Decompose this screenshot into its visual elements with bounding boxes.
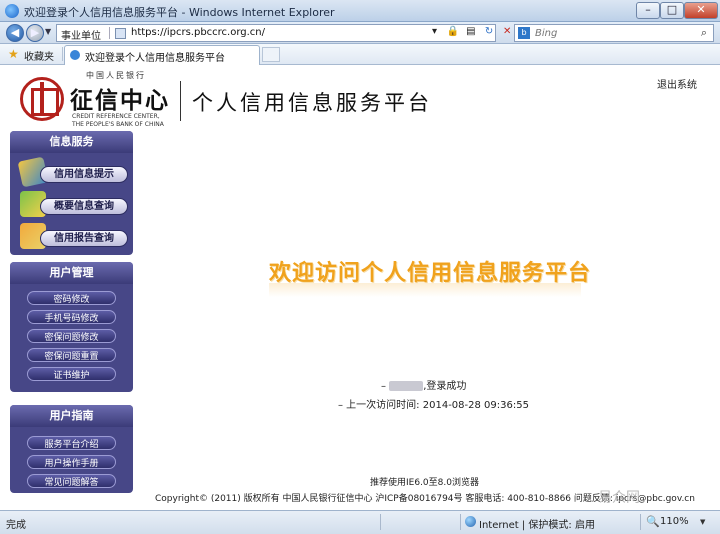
status-divider [380,514,381,530]
bing-icon: b [518,27,530,39]
user-guide-panel: 用户指南 服务平台介绍 用户操作手册 常见问题解答 [10,405,133,493]
globe-icon [465,516,476,527]
last-visit: – 上一次访问时间: 2014-08-28 09:36:55 [338,396,529,411]
sidebar-item-label: 密保问题修改 [44,333,99,343]
zoom-level[interactable]: 110% [660,516,689,527]
logout-link[interactable]: 退出系统 [657,76,697,91]
favorites-star-icon[interactable]: ★ [8,47,19,61]
new-tab-button[interactable] [262,47,280,62]
close-button[interactable]: ✕ [684,2,718,19]
tab-active[interactable]: 欢迎登录个人信用信息服务平台 [64,45,260,65]
sidebar-item-change-security-question[interactable]: 密保问题修改 [27,329,116,343]
back-button[interactable]: ◀ [6,24,24,42]
tab-label[interactable]: 欢迎登录个人信用信息服务平台 [85,49,225,64]
logo-english-line2: THE PEOPLE'S BANK OF CHINA [72,121,164,128]
user-management-panel: 用户管理 密码修改 手机号码修改 密保问题修改 密保问题重置 证书维护 [10,262,133,392]
status-bar: 完成 Internet | 保护模式: 启用 🔍 110% ▼ [0,510,720,534]
report-query-button[interactable]: 信用报告查询 [40,230,128,247]
status-text: 完成 [6,520,26,531]
status-divider [460,514,461,530]
minimize-button[interactable]: – [636,2,660,19]
refresh-icon[interactable]: ↻ [482,26,497,37]
sidebar-item-label: 用户操作手册 [44,459,99,469]
sidebar-item-user-manual[interactable]: 用户操作手册 [27,455,116,469]
search-icon[interactable]: ⌕ [701,26,707,40]
credit-center-emblem-icon [20,77,64,121]
search-input[interactable] [535,26,685,40]
last-visit-label: – 上一次访问时间: [338,400,420,411]
window-title: 欢迎登录个人信用信息服务平台 - Windows Internet Explor… [24,6,335,19]
sidebar-item-label: 密保问题重置 [44,352,99,362]
address-toolbar: ◀ ▶ ▼ 事业单位 https://ipcrs.pbccrc.org.cn/ … [0,22,720,44]
sidebar-item-label: 信用信息提示 [54,169,114,180]
info-services-panel: 信息服务 信用信息提示 概要信息查询 信用报告查询 [10,131,133,255]
header-divider [180,81,181,121]
tab-page-icon [70,50,80,60]
logo-bank-name: 中国人民银行 [86,71,146,80]
sidebar-item-label: 概要信息查询 [54,201,114,212]
logo-name: 征信中心 [70,87,170,114]
window-title-bar: 欢迎登录个人信用信息服务平台 - Windows Internet Explor… [0,0,720,22]
logo-english-line1: CREDIT REFERENCE CENTER, [72,113,160,120]
address-dropdown-icon[interactable]: ▾ [427,26,442,37]
sidebar-item-platform-intro[interactable]: 服务平台介绍 [27,436,116,450]
copyright-text: Copyright© (2011) 版权所有 中国人民银行征信中心 沪ICP备0… [155,494,613,504]
site-header: 中国人民银行 征信中心 CREDIT REFERENCE CENTER, THE… [0,65,720,129]
lock-icon[interactable]: 🔒 [445,26,460,37]
login-success-text: ,登录成功 [423,381,467,392]
sidebar-item-label: 信用报告查询 [54,233,114,244]
info-services-header: 信息服务 [10,131,133,153]
platform-title: 个人信用信息服务平台 [192,91,432,115]
watermark: 易众网 [598,490,640,506]
stop-icon[interactable]: ✕ [500,26,515,37]
favorites-button[interactable]: 收藏夹 [24,48,54,63]
summary-query-button[interactable]: 概要信息查询 [40,198,128,215]
sidebar-item-change-password[interactable]: 密码修改 [27,291,116,305]
sidebar-item-label: 服务平台介绍 [44,440,99,450]
last-visit-time: 2014-08-28 09:36:55 [422,400,529,411]
security-zone[interactable]: Internet | 保护模式: 启用 [479,516,595,531]
login-prefix: – [381,381,386,392]
sidebar-item-reset-security-question[interactable]: 密保问题重置 [27,348,116,362]
sidebar-item-label: 常见问题解答 [44,478,99,488]
site-identity-label[interactable]: 事业单位 [61,27,101,42]
favorites-bar: ★ 收藏夹 欢迎登录个人信用信息服务平台 [0,44,720,65]
login-status: – ,登录成功 [381,377,466,392]
banner-reflection [269,283,581,297]
maximize-button[interactable]: □ [660,2,684,19]
info-services-title: 信息服务 [49,135,94,148]
sidebar: 信息服务 信用信息提示 概要信息查询 信用报告查询 用户管理 密码修改 手机号码… [10,129,133,504]
favorites-divider [62,47,63,61]
credit-notice-button[interactable]: 信用信息提示 [40,166,128,183]
browser-recommendation: 推荐使用IE6.0至8.0浏览器 [370,478,479,488]
url-input[interactable]: https://ipcrs.pbccrc.org.cn/ [131,27,265,38]
sidebar-item-faq[interactable]: 常见问题解答 [27,474,116,488]
sidebar-item-certificate[interactable]: 证书维护 [27,367,116,381]
sidebar-item-label: 手机号码修改 [44,314,99,324]
zoom-icon[interactable]: 🔍 [646,515,660,528]
sidebar-item-report-query[interactable]: 信用报告查询 [18,223,128,249]
sidebar-item-summary-query[interactable]: 概要信息查询 [18,191,128,217]
sidebar-item-label: 证书维护 [53,371,90,381]
forward-button[interactable]: ▶ [26,24,44,42]
compatibility-icon[interactable]: ▤ [463,26,478,37]
address-tools: ▾ 🔒 ▤ ↻ ✕ [427,26,515,37]
address-divider [109,27,110,39]
zoom-dropdown-icon[interactable]: ▼ [700,518,705,526]
sidebar-item-change-phone[interactable]: 手机号码修改 [27,310,116,324]
ie-logo-icon [5,4,19,18]
sidebar-item-label: 密码修改 [53,295,90,305]
address-field[interactable]: 事业单位 https://ipcrs.pbccrc.org.cn/ ▾ 🔒 ▤ … [56,24,511,42]
status-divider [640,514,641,530]
search-box[interactable]: b ⌕ [514,24,714,42]
page-icon [115,28,126,39]
user-guide-title: 用户指南 [49,409,94,422]
user-management-header: 用户管理 [10,262,133,284]
user-guide-header: 用户指南 [10,405,133,427]
username-redacted [389,381,424,391]
user-management-title: 用户管理 [49,266,94,279]
history-dropdown-icon[interactable]: ▼ [45,27,51,36]
sidebar-item-credit-notice[interactable]: 信用信息提示 [17,156,128,188]
